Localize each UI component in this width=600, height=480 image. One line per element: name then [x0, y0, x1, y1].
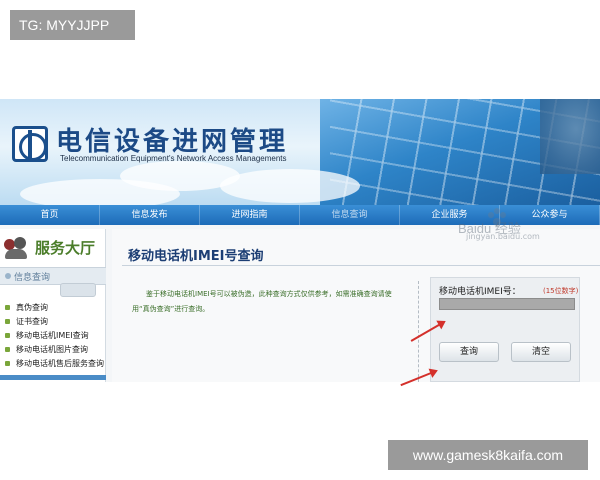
bullet-icon [5, 347, 10, 352]
banner-face-image [540, 99, 600, 174]
nav-item-info-publish[interactable]: 信息发布 [100, 205, 200, 225]
imei-hint: (15位数字) [543, 287, 579, 295]
bottom-right-tag: www.gamesk8kaifa.com [388, 440, 588, 470]
bullet-icon [5, 361, 10, 366]
sidebar-section-label: 信息查询 [14, 273, 51, 283]
main-content: 移动电话机IMEI号查询 鉴于移动电话机IMEI号可以被伪造，此种查询方式仅供参… [112, 229, 600, 382]
dashed-divider [418, 281, 419, 382]
page-title: 移动电话机IMEI号查询 [128, 249, 264, 264]
bullet-icon [5, 333, 10, 338]
nav-item-info-query[interactable]: 信息查询 [300, 205, 400, 225]
site-subtitle: Telecommunication Equipment's Network Ac… [60, 154, 287, 163]
sidebar-item-certificate-query[interactable]: 证书查询 [0, 315, 106, 329]
sidebar-item-after-sales-query[interactable]: 移动电话机售后服务查询 [0, 357, 106, 371]
header-banner: 电信设备进网管理 Telecommunication Equipment's N… [0, 99, 600, 205]
query-description: 鉴于移动电话机IMEI号可以被伪造，此种查询方式仅供参考，如需准确查询请使用“真… [132, 290, 392, 313]
sidebar-tab-handle [60, 283, 96, 297]
imei-label: 移动电话机IMEI号： [439, 287, 521, 297]
bullet-icon [5, 305, 10, 310]
nav-item-home[interactable]: 首页 [0, 205, 100, 225]
sidebar: 服务大厅 信息查询 真伪查询 证书查询 移动电话机IMEI查询 移动电话机图片查… [0, 229, 106, 382]
sidebar-item-authenticity-query[interactable]: 真伪查询 [0, 301, 106, 315]
baidu-watermark-url: jingyan.baidu.com [466, 232, 540, 241]
query-button[interactable]: 查询 [439, 342, 499, 362]
imei-query-form: 移动电话机IMEI号： (15位数字) 查询 清空 [430, 277, 580, 382]
nav-item-access-guide[interactable]: 进网指南 [200, 205, 300, 225]
people-icon [4, 237, 28, 259]
sidebar-item-imei-query[interactable]: 移动电话机IMEI查询 [0, 329, 106, 343]
sidebar-bottom-bar [0, 375, 106, 380]
bullet-icon [5, 319, 10, 324]
telecom-logo-icon [12, 126, 48, 162]
droplet-icon [5, 273, 11, 279]
title-divider [122, 265, 600, 266]
sidebar-item-picture-query[interactable]: 移动电话机图片查询 [0, 343, 106, 357]
imei-input[interactable] [439, 298, 575, 310]
sidebar-title: 服务大厅 [35, 239, 96, 257]
site-title: 电信设备进网管理 [56, 127, 289, 157]
clear-button[interactable]: 清空 [511, 342, 571, 362]
sidebar-list: 真伪查询 证书查询 移动电话机IMEI查询 移动电话机图片查询 移动电话机售后服… [0, 301, 106, 371]
top-left-tag: TG: MYYJJPP [10, 10, 135, 40]
